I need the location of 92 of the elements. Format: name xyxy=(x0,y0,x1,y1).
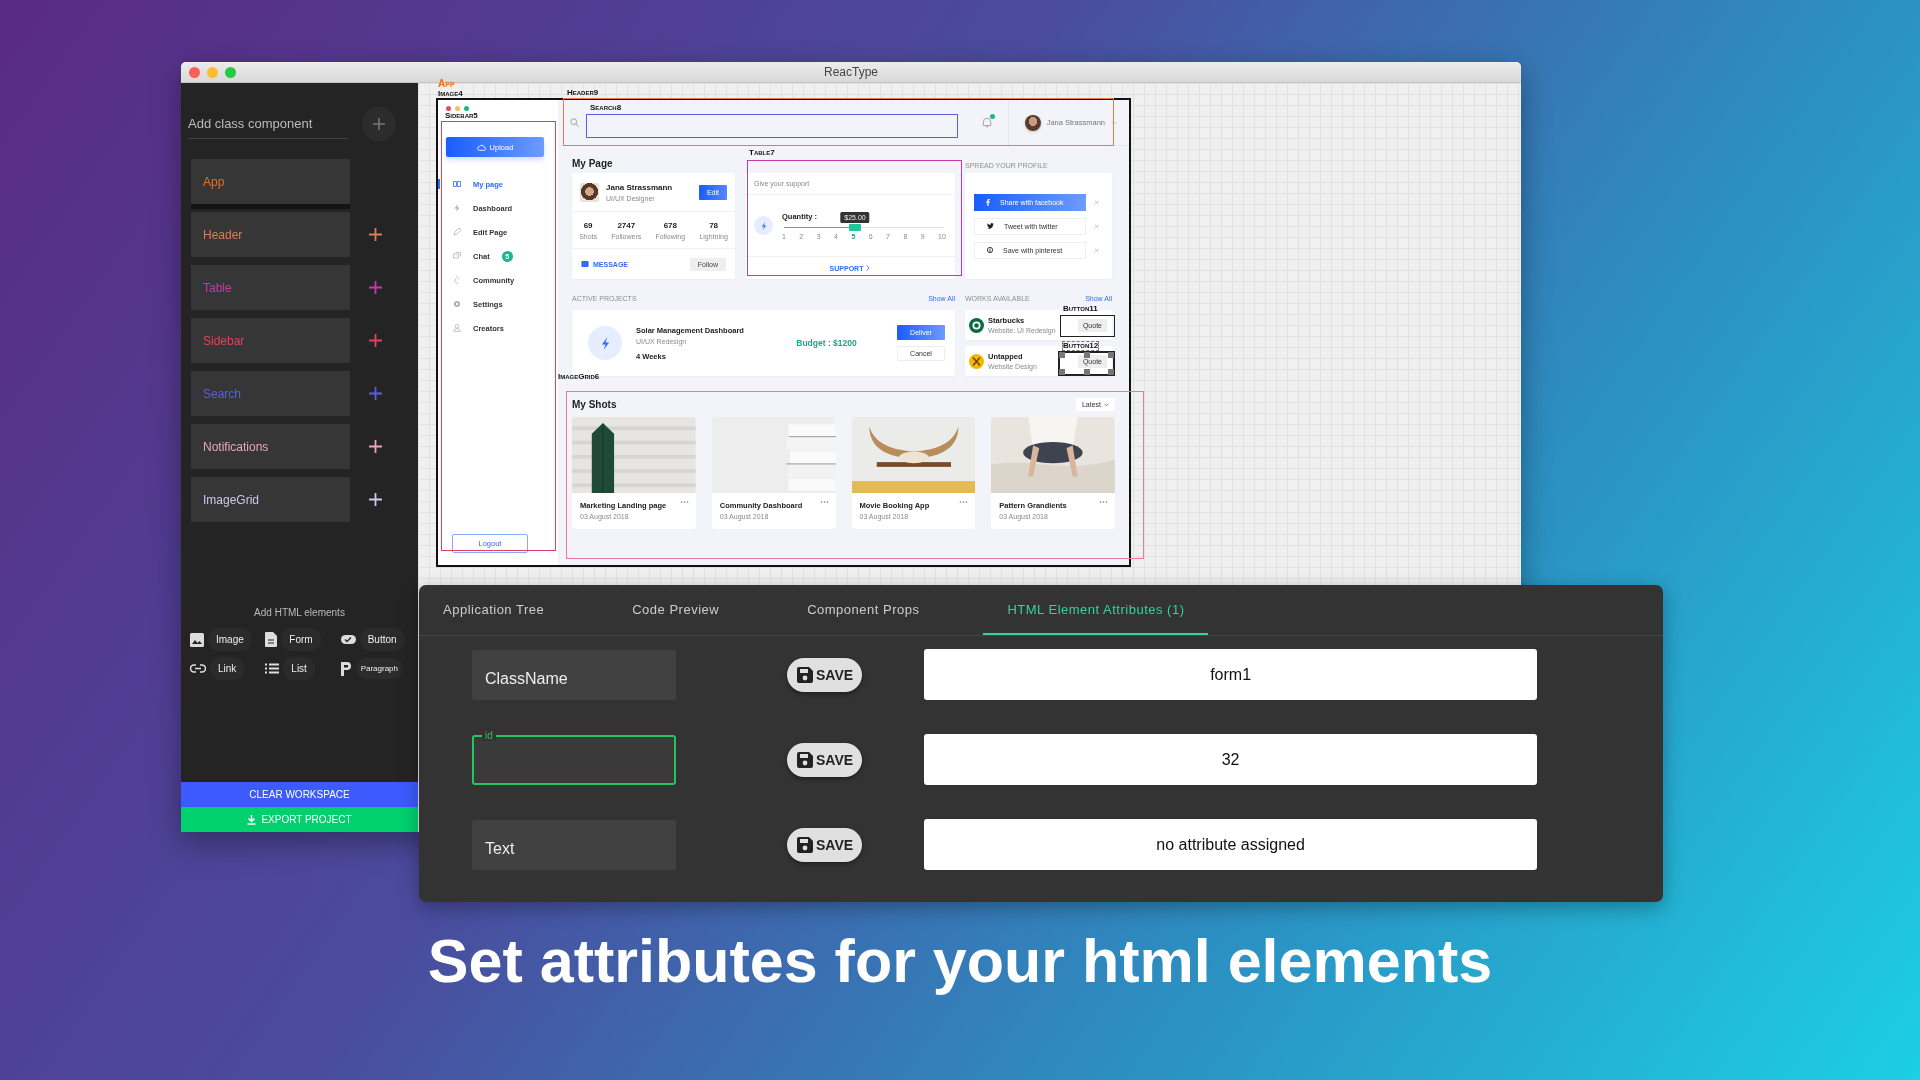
component-item[interactable]: Header xyxy=(191,212,350,257)
attribute-field[interactable]: ClassName xyxy=(472,649,676,700)
dot-icon xyxy=(464,106,469,111)
book-icon xyxy=(453,180,461,188)
component-label: Table7 xyxy=(749,149,775,157)
bell-icon[interactable] xyxy=(981,117,992,128)
maximize-icon[interactable] xyxy=(225,66,236,78)
add-icon[interactable] xyxy=(369,440,382,453)
stat-value: 2747 xyxy=(617,220,636,230)
tab[interactable]: Application Tree xyxy=(419,585,569,635)
section-title: Add HTML elements xyxy=(253,607,346,618)
project-budget: Budget : $1200 xyxy=(795,338,858,348)
section-title: My Shots xyxy=(572,399,617,410)
attribute-value: no attribute assigned xyxy=(924,819,1538,870)
window-title: ReacType xyxy=(824,65,878,79)
stat-value: 78 xyxy=(709,220,719,230)
pencil-icon xyxy=(453,228,461,236)
close-icon[interactable] xyxy=(1094,223,1099,229)
bird-icon xyxy=(987,223,994,229)
link-icon xyxy=(190,664,206,673)
close-icon[interactable] xyxy=(1094,199,1099,205)
component-outline[interactable] xyxy=(1060,315,1115,337)
bolt-icon xyxy=(754,216,773,235)
component-label: App xyxy=(438,79,455,89)
notification-dot xyxy=(989,114,995,119)
round-logo-icon xyxy=(969,317,984,333)
search-icon xyxy=(570,118,579,127)
dot-icon xyxy=(455,106,460,111)
save-button[interactable]: SAVE xyxy=(787,827,863,862)
button-label: EXPORT PROJECT xyxy=(261,814,352,825)
selection-frame[interactable] xyxy=(1058,351,1115,376)
caption: Set attributes for your html elements xyxy=(426,926,1494,996)
close-icon[interactable] xyxy=(1094,247,1099,253)
toggle-icon xyxy=(340,635,356,644)
element-button[interactable]: List xyxy=(283,657,315,680)
pin-icon xyxy=(987,247,993,253)
field-label: id xyxy=(482,730,496,741)
attribute-value: 32 xyxy=(924,734,1538,785)
add-icon[interactable] xyxy=(369,228,382,241)
page-title: My Page xyxy=(572,158,614,169)
slider-thumb[interactable] xyxy=(849,223,862,231)
tab[interactable]: Component Props xyxy=(783,585,944,635)
person-icon xyxy=(453,324,461,332)
component-label: Button12 xyxy=(1063,342,1099,350)
tab[interactable]: HTML Element Attributes (1) xyxy=(983,585,1209,635)
gear-icon xyxy=(453,300,461,308)
avatar xyxy=(1024,114,1041,131)
attribute-value: form1 xyxy=(924,649,1538,700)
download-icon xyxy=(247,814,257,825)
component-item[interactable]: ImageGrid xyxy=(191,477,350,522)
save-button[interactable]: SAVE xyxy=(787,742,863,777)
element-button[interactable]: Paragraph xyxy=(355,658,403,679)
document-icon xyxy=(265,632,278,647)
component-outline[interactable] xyxy=(566,391,1144,559)
image-icon xyxy=(190,632,204,647)
avatar xyxy=(580,182,599,202)
component-name-field[interactable]: Add class component xyxy=(188,109,348,139)
list-icon xyxy=(265,663,280,674)
element-button[interactable]: Link xyxy=(210,657,245,680)
facebook-icon xyxy=(986,198,990,206)
bolt-icon xyxy=(588,326,622,360)
cloud-icon xyxy=(476,143,486,151)
paragraph-icon xyxy=(340,661,352,676)
clear-workspace-button[interactable]: CLEAR WORKSPACE xyxy=(181,782,418,807)
add-button[interactable] xyxy=(362,107,396,141)
component-label: Image4 xyxy=(438,90,463,98)
stat-value: 69 xyxy=(583,220,593,230)
mail-icon xyxy=(581,261,589,267)
attribute-field[interactable]: Text xyxy=(472,819,676,870)
caret-icon[interactable] xyxy=(1111,120,1117,125)
close-icon[interactable] xyxy=(189,66,200,78)
chevron-icon xyxy=(866,265,871,271)
tab[interactable]: Code Preview xyxy=(608,585,744,635)
bolt-icon xyxy=(453,204,461,212)
caret-icon xyxy=(1104,402,1109,407)
component-label: Button11 xyxy=(1063,305,1098,313)
chat-icon xyxy=(453,252,461,260)
profile-name: Jana Strassmann xyxy=(606,182,674,192)
add-icon xyxy=(373,118,385,130)
stat-value: 678 xyxy=(663,220,678,230)
component-label: Sidebar5 xyxy=(445,112,478,120)
dot-icon xyxy=(446,106,451,111)
link-icon xyxy=(453,276,461,284)
component-label: Search8 xyxy=(590,104,622,112)
element-button[interactable]: Button xyxy=(359,628,405,651)
component-label: Header9 xyxy=(567,89,599,97)
component-item[interactable]: Notifications xyxy=(191,424,350,469)
element-button[interactable]: Image xyxy=(208,628,252,651)
component-label: ImageGrid6 xyxy=(558,373,600,381)
save-button[interactable]: SAVE xyxy=(787,657,863,692)
element-button[interactable]: Form xyxy=(281,628,321,651)
crossed-tools-icon xyxy=(969,353,984,369)
